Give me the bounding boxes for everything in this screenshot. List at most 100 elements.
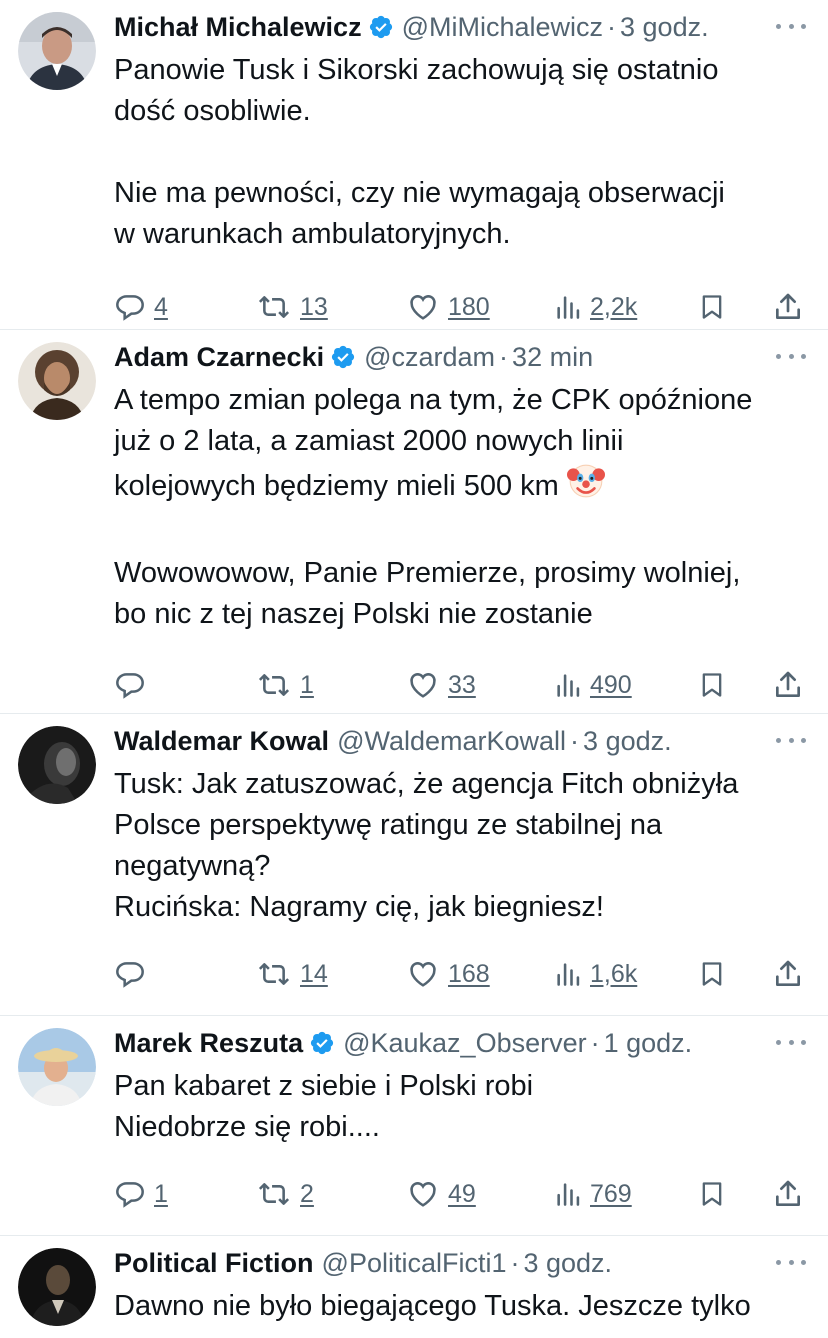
tweet[interactable]: Political Fiction @PoliticalFicti1 · 3 g…: [0, 1236, 828, 1338]
tweet-actions: 1 2 49 769: [114, 1156, 808, 1232]
verified-badge-icon: [330, 344, 356, 370]
bookmark-icon: [702, 962, 722, 986]
views-count: 2,2k: [590, 292, 638, 321]
tweet-time[interactable]: 3 godz.: [620, 12, 709, 43]
heart-icon: [410, 1182, 436, 1207]
author-name[interactable]: Marek Reszuta: [114, 1028, 303, 1059]
tweet-body: Waldemar Kowal @WaldemarKowall · 3 godz.…: [114, 726, 808, 1015]
more-dots-icon[interactable]: [776, 346, 806, 366]
reply-bubble-icon: [116, 673, 144, 699]
retweet-count: 2: [300, 1179, 314, 1208]
retweet-button[interactable]: 13: [256, 291, 328, 323]
bookmark-icon: [702, 1182, 722, 1206]
tweet-actions: 14 168 1,6k: [114, 936, 808, 1012]
reply-count: 1: [154, 1179, 168, 1208]
like-button[interactable]: 168: [406, 958, 490, 990]
separator-dot: ·: [499, 341, 509, 372]
views-count: 490: [590, 670, 632, 699]
share-button[interactable]: [772, 958, 804, 990]
retweet-icon: [258, 296, 290, 318]
avatar-column: [18, 12, 114, 329]
avatar-column: [18, 342, 114, 713]
tweet-text-part: A tempo zmian polega na tym, że CPK opóź…: [114, 384, 753, 502]
tweet[interactable]: Michał Michalewicz @MiMichalewicz · 3 go…: [0, 0, 828, 330]
retweet-count: 1: [300, 670, 314, 699]
like-button[interactable]: 33: [406, 669, 476, 701]
tweet[interactable]: Adam Czarnecki @czardam · 32 min A tempo…: [0, 330, 828, 714]
like-button[interactable]: 49: [406, 1178, 476, 1210]
views-button[interactable]: 2,2k: [554, 292, 637, 322]
share-button[interactable]: [772, 669, 804, 701]
share-button[interactable]: [772, 1178, 804, 1210]
like-count: 168: [448, 959, 490, 988]
views-bar-chart-icon: [557, 296, 580, 319]
verified-badge-icon: [309, 1030, 335, 1056]
reply-button[interactable]: [114, 958, 154, 990]
reply-button[interactable]: 1: [114, 1178, 168, 1210]
more-dots-icon[interactable]: [776, 730, 806, 750]
share-button[interactable]: [772, 291, 804, 323]
bookmark-button[interactable]: [698, 669, 726, 701]
avatar[interactable]: [18, 342, 96, 420]
avatar[interactable]: [18, 1028, 96, 1106]
avatar-column: [18, 1248, 114, 1338]
retweet-count: 13: [300, 292, 328, 321]
tweet-header: Adam Czarnecki @czardam · 32 min: [114, 342, 808, 372]
tweet-header: Political Fiction @PoliticalFicti1 · 3 g…: [114, 1248, 808, 1278]
retweet-icon: [258, 1183, 290, 1205]
author-name[interactable]: Michał Michalewicz: [114, 12, 362, 43]
bookmark-button[interactable]: [698, 1178, 726, 1210]
tweet-text: Dawno nie było biegającego Tuska. Jeszcz…: [114, 1290, 751, 1322]
more-dots-icon[interactable]: [776, 16, 806, 36]
bookmark-icon: [702, 673, 722, 697]
tweet[interactable]: Marek Reszuta @Kaukaz_Observer · 1 godz.…: [0, 1016, 828, 1236]
share-upload-icon: [776, 293, 800, 319]
views-bar-chart-icon: [557, 1183, 580, 1206]
tweet-feed: Michał Michalewicz @MiMichalewicz · 3 go…: [0, 0, 828, 1338]
tweet-time[interactable]: 1 godz.: [604, 1028, 693, 1059]
tweet[interactable]: Waldemar Kowal @WaldemarKowall · 3 godz.…: [0, 714, 828, 1016]
bookmark-button[interactable]: [698, 958, 726, 990]
tweet-time[interactable]: 32 min: [512, 342, 593, 373]
author-name[interactable]: Waldemar Kowal: [114, 726, 329, 757]
author-name[interactable]: Political Fiction: [114, 1248, 314, 1279]
like-count: 33: [448, 670, 476, 699]
tweet-body: Marek Reszuta @Kaukaz_Observer · 1 godz.…: [114, 1028, 808, 1235]
views-count: 769: [590, 1179, 632, 1208]
reply-bubble-icon: [116, 962, 144, 988]
author-handle[interactable]: @WaldemarKowall: [337, 726, 566, 757]
tweet-time[interactable]: 3 godz.: [523, 1248, 612, 1279]
retweet-button[interactable]: 1: [256, 669, 314, 701]
tweet-header: Marek Reszuta @Kaukaz_Observer · 1 godz.: [114, 1028, 808, 1058]
more-dots-icon[interactable]: [776, 1252, 806, 1272]
heart-icon: [410, 962, 436, 987]
author-handle[interactable]: @Kaukaz_Observer: [343, 1028, 587, 1059]
author-name[interactable]: Adam Czarnecki: [114, 342, 324, 373]
reply-bubble-icon: [116, 1182, 144, 1208]
views-button[interactable]: 769: [554, 1179, 632, 1209]
bookmark-button[interactable]: [698, 291, 726, 323]
author-handle[interactable]: @czardam: [364, 342, 495, 373]
like-button[interactable]: 180: [406, 291, 490, 323]
retweet-button[interactable]: 2: [256, 1178, 314, 1210]
views-button[interactable]: 1,6k: [554, 959, 637, 989]
author-handle[interactable]: @MiMichalewicz: [402, 12, 603, 43]
author-handle[interactable]: @PoliticalFicti1: [322, 1248, 507, 1279]
reply-button[interactable]: [114, 669, 154, 701]
share-upload-icon: [776, 960, 800, 986]
separator-dot: ·: [590, 1027, 600, 1058]
more-dots-icon[interactable]: [776, 1032, 806, 1052]
like-count: 180: [448, 292, 490, 321]
reply-count: 4: [154, 292, 168, 321]
reply-bubble-icon: [116, 295, 144, 321]
tweet-time[interactable]: 3 godz.: [583, 726, 672, 757]
retweet-button[interactable]: 14: [256, 958, 328, 990]
tweet-body: Michał Michalewicz @MiMichalewicz · 3 go…: [114, 12, 808, 329]
reply-button[interactable]: 4: [114, 291, 168, 323]
retweet-count: 14: [300, 959, 328, 988]
views-button[interactable]: 490: [554, 670, 632, 700]
views-bar-chart-icon: [557, 963, 580, 986]
avatar[interactable]: [18, 726, 96, 804]
avatar[interactable]: [18, 12, 96, 90]
avatar[interactable]: [18, 1248, 96, 1326]
